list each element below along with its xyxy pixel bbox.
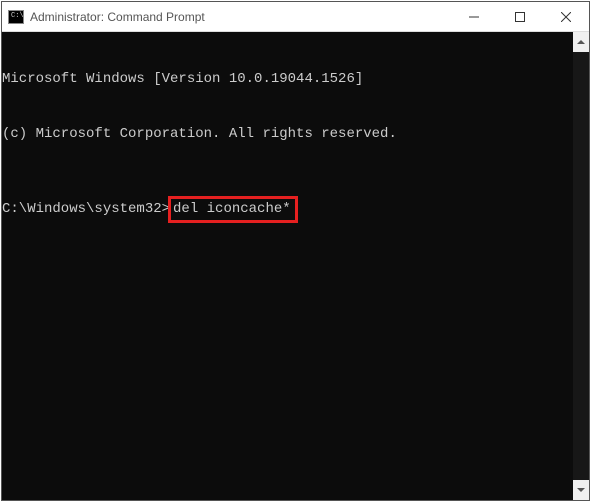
- terminal-command: del iconcache*: [173, 201, 291, 217]
- window-controls: [451, 2, 589, 31]
- terminal-line-version: Microsoft Windows [Version 10.0.19044.15…: [2, 70, 589, 88]
- scroll-up-button[interactable]: [573, 32, 589, 52]
- command-prompt-window: C:\ Administrator: Command Prompt Micros…: [1, 1, 590, 501]
- window-title: Administrator: Command Prompt: [30, 10, 451, 24]
- minimize-icon: [469, 12, 479, 22]
- command-highlight: del iconcache*: [168, 196, 298, 223]
- close-button[interactable]: [543, 2, 589, 31]
- maximize-button[interactable]: [497, 2, 543, 31]
- terminal-line-copyright: (c) Microsoft Corporation. All rights re…: [2, 125, 589, 143]
- scrollbar[interactable]: [573, 32, 589, 500]
- chevron-up-icon: [577, 40, 585, 44]
- titlebar[interactable]: C:\ Administrator: Command Prompt: [2, 2, 589, 32]
- terminal-area[interactable]: Microsoft Windows [Version 10.0.19044.15…: [2, 32, 589, 500]
- chevron-down-icon: [577, 488, 585, 492]
- minimize-button[interactable]: [451, 2, 497, 31]
- cmd-icon: C:\: [8, 10, 24, 24]
- cmd-icon-label: C:\: [11, 13, 24, 20]
- terminal-prompt: C:\Windows\system32>: [2, 201, 170, 217]
- maximize-icon: [515, 12, 525, 22]
- close-icon: [561, 12, 571, 22]
- terminal-content: Microsoft Windows [Version 10.0.19044.15…: [2, 32, 589, 259]
- scroll-down-button[interactable]: [573, 480, 589, 500]
- terminal-prompt-line: C:\Windows\system32>del iconcache*: [2, 196, 589, 223]
